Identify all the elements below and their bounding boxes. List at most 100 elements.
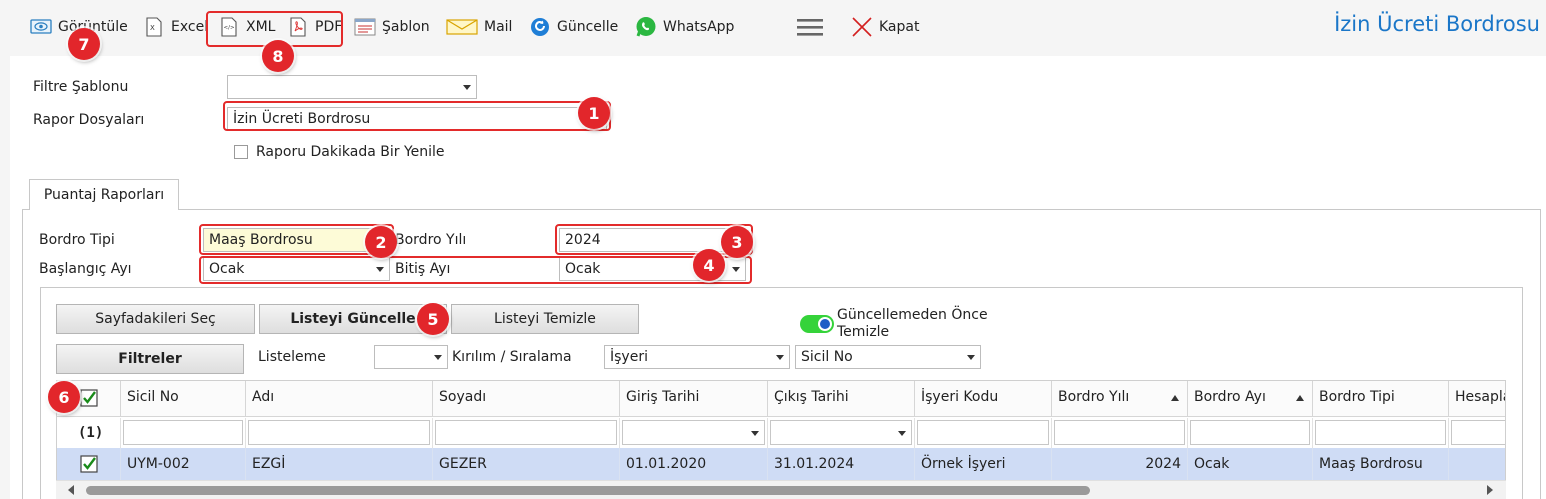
cell-adi: EZGİ — [246, 448, 433, 481]
clear-list-label: Listeyi Temizle — [494, 311, 596, 327]
filter-input-bordro-yili[interactable] — [1054, 420, 1185, 445]
clear-before-update-label: Güncellemeden Önce Temizle — [837, 307, 988, 341]
column-header-hesapla[interactable]: Hesapla — [1449, 381, 1506, 417]
chevron-down-icon — [376, 267, 384, 272]
close-icon — [851, 16, 873, 38]
report-files-field[interactable]: İzin Ücreti Bordrosu — [227, 107, 607, 131]
filter-input-sicil-no[interactable] — [123, 420, 243, 445]
chevron-down-icon — [434, 355, 442, 360]
cell-bordro-ayi: Ocak — [1188, 448, 1313, 481]
select-page-button[interactable]: Sayfadakileri Seç — [56, 304, 255, 334]
pdf-icon — [287, 16, 309, 38]
column-header-cikis-tarihi[interactable]: Çıkış Tarihi — [768, 381, 915, 417]
excel-button[interactable]: X Excel — [143, 15, 208, 39]
breakdown-select-1[interactable]: İşyeri — [604, 345, 790, 369]
filter-cell-isyeri-kodu — [915, 418, 1052, 448]
filter-input-giris-tarihi[interactable] — [622, 420, 765, 445]
toggle-knob — [818, 317, 832, 331]
scroll-left-icon[interactable] — [68, 485, 74, 495]
pdf-button[interactable]: PDF — [287, 15, 342, 39]
breakdown-value-1: İşyeri — [610, 349, 648, 365]
filters-button[interactable]: Filtreler — [56, 344, 244, 374]
annotation-badge-8: 8 — [262, 40, 294, 72]
template-label: Şablon — [382, 19, 430, 35]
chevron-down-icon — [751, 431, 759, 436]
column-header-bordro-yili[interactable]: Bordro Yılı — [1052, 381, 1188, 417]
filter-cell-soyadi — [433, 418, 620, 448]
column-header-label: Hesapla — [1455, 389, 1506, 405]
column-header-isyeri-kodu[interactable]: İşyeri Kodu — [915, 381, 1052, 417]
svg-text:X: X — [150, 24, 155, 32]
menu-icon[interactable] — [796, 17, 824, 37]
xml-button[interactable]: </> XML — [218, 15, 275, 39]
report-files-value: İzin Ücreti Bordrosu — [233, 111, 371, 127]
pdf-label: PDF — [315, 19, 343, 35]
close-label: Kapat — [879, 19, 920, 35]
report-title: İzin Ücreti Bordrosu — [1334, 12, 1540, 36]
column-header-soyadi[interactable]: Soyadı — [433, 381, 620, 417]
mail-button[interactable]: Mail — [446, 15, 512, 39]
filter-input-bordro-tipi[interactable] — [1315, 420, 1446, 445]
column-header-label: Adı — [252, 389, 275, 405]
column-header-label: Soyadı — [439, 389, 487, 405]
breakdown-value-2: Sicil No — [801, 349, 853, 365]
scroll-thumb[interactable] — [86, 486, 1090, 495]
scroll-right-icon[interactable] — [1487, 485, 1493, 495]
clear-list-button[interactable]: Listeyi Temizle — [451, 304, 639, 334]
column-header-label: Giriş Tarihi — [626, 389, 700, 405]
report-files-label: Rapor Dosyaları — [33, 112, 145, 128]
clear-before-update-toggle[interactable] — [800, 315, 834, 333]
end-month-value: Ocak — [565, 261, 601, 277]
refresh-icon — [529, 16, 551, 38]
xml-icon: </> — [218, 16, 240, 38]
filter-input-hesapla[interactable] — [1451, 420, 1505, 445]
filter-cell-hesapla — [1449, 418, 1505, 448]
listing-select[interactable] — [374, 345, 448, 369]
tab-puantaj-raporlari[interactable]: Puantaj Raporları — [29, 179, 179, 210]
refresh-button[interactable]: Güncelle — [529, 15, 618, 39]
refresh-label: Güncelle — [557, 19, 619, 35]
filter-input-isyeri-kodu[interactable] — [917, 420, 1049, 445]
toolbar: Görüntüle X Excel </> XML PDF Şablon Mai… — [0, 0, 1546, 55]
template-button[interactable]: Şablon — [354, 15, 430, 39]
column-header-sicil-no[interactable]: Sicil No — [121, 381, 246, 417]
column-header-giris-tarihi[interactable]: Giriş Tarihi — [620, 381, 768, 417]
template-icon — [354, 16, 376, 38]
filter-input-adi[interactable] — [248, 420, 430, 445]
annotation-badge-5: 5 — [417, 303, 449, 335]
payroll-type-field[interactable]: Maaş Bordrosu — [203, 228, 373, 252]
start-month-select[interactable]: Ocak — [203, 257, 390, 281]
annotation-badge-1: 1 — [578, 97, 610, 129]
filter-cell-giris-tarihi — [620, 418, 768, 448]
close-button[interactable]: Kapat — [851, 15, 919, 39]
column-header-label: Bordro Yılı — [1058, 389, 1130, 405]
sort-ascending-icon — [1296, 395, 1304, 401]
chevron-down-icon — [898, 431, 906, 436]
column-header-bordro-tipi[interactable]: Bordro Tipi — [1313, 381, 1449, 417]
view-icon — [30, 16, 52, 38]
column-header-label: Çıkış Tarihi — [774, 389, 849, 405]
column-header-bordro-ayi[interactable]: Bordro Ayı — [1188, 381, 1313, 417]
sort-ascending-icon — [1171, 395, 1179, 401]
auto-refresh-checkbox[interactable] — [234, 145, 248, 159]
breakdown-label: Kırılım / Sıralama — [452, 349, 572, 365]
filter-input-cikis-tarihi[interactable] — [770, 420, 912, 445]
annotation-badge-3: 3 — [721, 226, 753, 258]
filter-input-soyadi[interactable] — [435, 420, 617, 445]
row-checkbox-cell[interactable] — [57, 448, 121, 481]
row-checkbox-icon — [80, 455, 98, 473]
filter-cell-bordro-yili — [1052, 418, 1188, 448]
column-header-adi[interactable]: Adı — [246, 381, 433, 417]
breakdown-select-2[interactable]: Sicil No — [795, 345, 981, 369]
chevron-down-icon — [463, 85, 471, 90]
listing-label: Listeleme — [258, 349, 326, 365]
filter-template-select[interactable] — [227, 75, 477, 99]
payroll-type-value: Maaş Bordrosu — [209, 232, 313, 248]
filter-input-bordro-ayi[interactable] — [1190, 420, 1310, 445]
end-month-label: Bitiş Ayı — [395, 261, 451, 277]
filter-template-label: Filtre Şablonu — [33, 79, 129, 95]
horizontal-scrollbar[interactable] — [56, 480, 1506, 499]
whatsapp-button[interactable]: WhatsApp — [635, 15, 734, 39]
annotation-badge-4: 4 — [693, 249, 725, 281]
auto-refresh-label: Raporu Dakikada Bir Yenile — [256, 144, 445, 160]
